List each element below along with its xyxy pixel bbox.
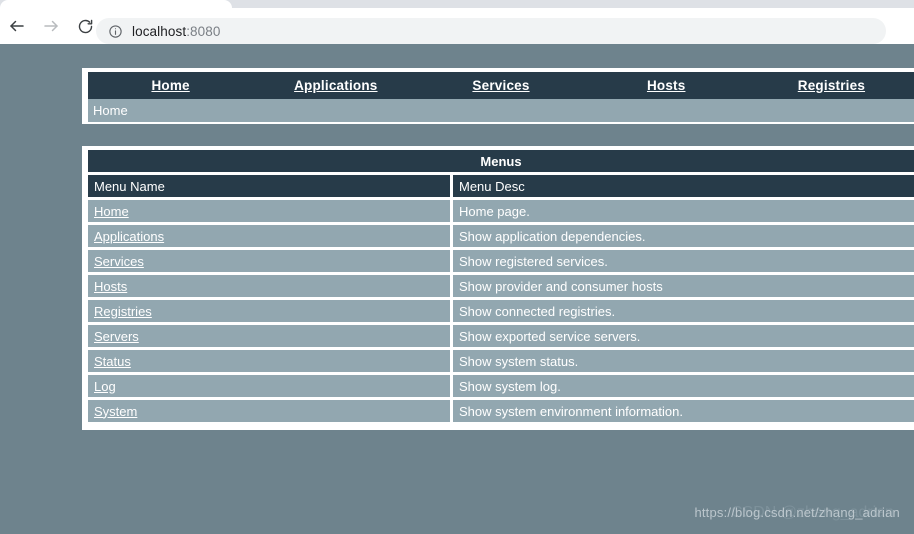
menu-link-system[interactable]: System [94, 404, 137, 419]
menu-desc-cell: Show system environment information. [450, 400, 914, 425]
menu-link-log[interactable]: Log [94, 379, 116, 394]
menu-link-home[interactable]: Home [94, 204, 129, 219]
column-header-menu-desc: Menu Desc [450, 175, 914, 200]
arrow-left-icon [8, 17, 26, 35]
menu-desc-cell: Show connected registries. [450, 300, 914, 325]
table-row: Status Show system status. [88, 350, 914, 375]
url-port: :8080 [186, 23, 221, 39]
menus-table: Menus Menu Name Menu Desc Home Home page… [88, 150, 914, 425]
menu-desc-cell: Show exported service servers. [450, 325, 914, 350]
nav-link-registries[interactable]: Registries [798, 78, 865, 93]
menu-name-cell[interactable]: Applications [88, 225, 450, 250]
menu-desc-cell: Show provider and consumer hosts [450, 275, 914, 300]
nav-item-hosts[interactable]: Hosts [584, 77, 749, 95]
forward-button[interactable] [34, 11, 68, 41]
menu-desc-cell: Home page. [450, 200, 914, 225]
table-row: Home Home page. [88, 200, 914, 225]
navigation-card: Home Applications Services Hosts Registr… [82, 68, 914, 124]
table-row: System Show system environment informati… [88, 400, 914, 425]
menus-card: Menus Menu Name Menu Desc Home Home page… [82, 146, 914, 430]
table-row: Servers Show exported service servers. [88, 325, 914, 350]
menu-name-cell[interactable]: Log [88, 375, 450, 400]
nav-item-applications[interactable]: Applications [253, 77, 418, 95]
url-text: localhost:8080 [132, 24, 220, 39]
address-bar[interactable]: localhost:8080 [96, 18, 886, 44]
table-header-row: Menu Name Menu Desc [88, 175, 914, 200]
menu-name-cell[interactable]: Registries [88, 300, 450, 325]
arrow-right-icon [42, 17, 60, 35]
nav-item-registries[interactable]: Registries [749, 77, 914, 95]
menu-desc-cell: Show system log. [450, 375, 914, 400]
browser-chrome: localhost:8080 [0, 0, 914, 44]
menu-link-services[interactable]: Services [94, 254, 144, 269]
back-button[interactable] [0, 11, 34, 41]
menu-desc-cell: Show application dependencies. [450, 225, 914, 250]
menu-link-registries[interactable]: Registries [94, 304, 152, 319]
info-circle-icon[interactable] [106, 22, 124, 40]
column-header-menu-name: Menu Name [88, 175, 450, 200]
tab-strip [0, 0, 914, 8]
menu-link-status[interactable]: Status [94, 354, 131, 369]
url-host: localhost [132, 23, 187, 39]
table-row: Applications Show application dependenci… [88, 225, 914, 250]
breadcrumb-current: Home [93, 103, 128, 118]
table-row: Log Show system log. [88, 375, 914, 400]
table-title-row: Menus [88, 150, 914, 175]
watermark-url: https://blog.csdn.net/zhang_adrian [694, 505, 900, 520]
table-row: Services Show registered services. [88, 250, 914, 275]
menu-name-cell[interactable]: Home [88, 200, 450, 225]
nav-item-services[interactable]: Services [418, 77, 583, 95]
nav-link-hosts[interactable]: Hosts [647, 78, 686, 93]
menu-name-cell[interactable]: Hosts [88, 275, 450, 300]
breadcrumb: Home [88, 99, 914, 122]
browser-tab[interactable] [0, 0, 232, 8]
nav-link-home[interactable]: Home [151, 78, 189, 93]
menu-desc-cell: Show registered services. [450, 250, 914, 275]
menus-panel-title: Menus [88, 150, 914, 175]
menu-link-hosts[interactable]: Hosts [94, 279, 127, 294]
menu-name-cell[interactable]: Status [88, 350, 450, 375]
table-row: Hosts Show provider and consumer hosts [88, 275, 914, 300]
menu-desc-cell: Show system status. [450, 350, 914, 375]
menu-name-cell[interactable]: Servers [88, 325, 450, 350]
menu-name-cell[interactable]: System [88, 400, 450, 425]
browser-toolbar: localhost:8080 [0, 8, 914, 44]
page-viewport: Home Applications Services Hosts Registr… [0, 44, 914, 534]
menu-link-applications[interactable]: Applications [94, 229, 164, 244]
main-navbar: Home Applications Services Hosts Registr… [88, 72, 914, 99]
reload-icon [77, 18, 94, 35]
menu-name-cell[interactable]: Services [88, 250, 450, 275]
nav-item-home[interactable]: Home [88, 77, 253, 95]
menu-link-servers[interactable]: Servers [94, 329, 139, 344]
table-row: Registries Show connected registries. [88, 300, 914, 325]
nav-link-applications[interactable]: Applications [294, 78, 377, 93]
nav-link-services[interactable]: Services [472, 78, 529, 93]
